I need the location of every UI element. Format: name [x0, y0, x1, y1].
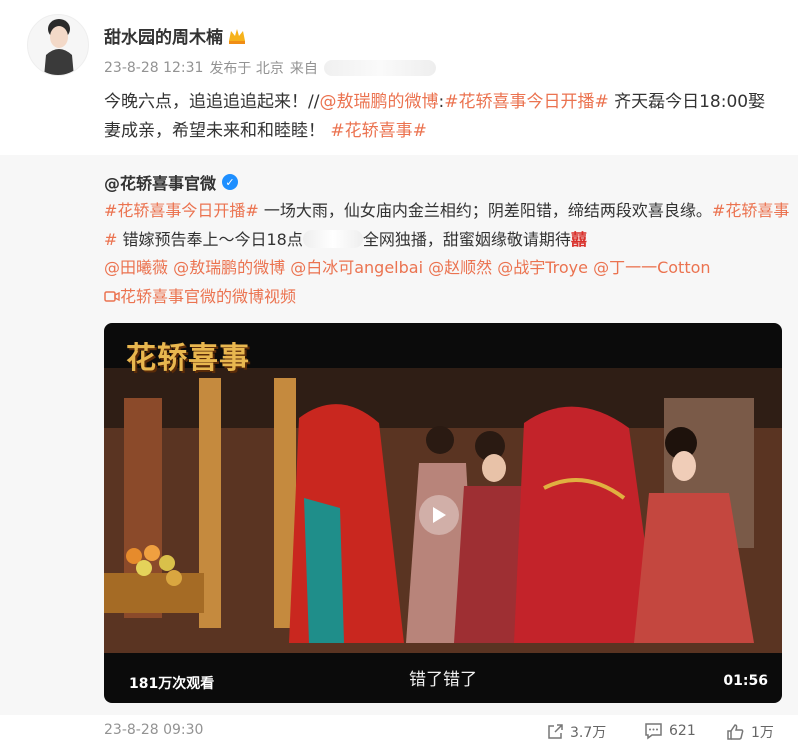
- post-text: 今晚六点，追追追追起来！//@敖瑞鹏的微博:#花轿喜事今日开播# 齐天磊今日18…: [104, 92, 766, 141]
- mention-link[interactable]: @白冰可angelbai: [290, 258, 423, 277]
- quote-username[interactable]: @花轿喜事官微 ✓: [104, 170, 239, 194]
- hashtag-link[interactable]: #花轿喜事#: [330, 121, 427, 141]
- thumbs-up-icon: [727, 724, 744, 740]
- vip-crown-icon: [227, 27, 247, 50]
- avatar[interactable]: [27, 14, 89, 76]
- mention-link[interactable]: @敖瑞鹏的微博: [173, 258, 285, 277]
- video-title-art: 花轿喜事: [126, 341, 250, 376]
- post-source-label: 来自: [289, 61, 318, 77]
- hashtag-link[interactable]: #花轿喜事今日开播#: [104, 201, 259, 220]
- video-duration: 01:56: [723, 673, 768, 689]
- comment-button[interactable]: 621: [644, 722, 696, 740]
- share-button[interactable]: 3.7万: [546, 722, 606, 742]
- verified-icon: ✓: [222, 174, 239, 190]
- video-camera-icon: [104, 290, 120, 302]
- view-count: 181万次观看: [129, 676, 215, 692]
- mention-link[interactable]: @赵顺然: [428, 258, 492, 277]
- hashtag-link[interactable]: #花轿喜事今日开播#: [444, 92, 609, 112]
- quote-time[interactable]: 23-8-28 09:30: [104, 722, 203, 738]
- share-icon: [548, 724, 563, 739]
- post-location: 发布于 北京: [209, 61, 284, 77]
- play-icon: [433, 507, 446, 523]
- blurred-text: [302, 229, 363, 248]
- video-link[interactable]: 花轿喜事官微的微博视频: [104, 287, 296, 306]
- double-happiness-emoji: 囍: [570, 229, 587, 249]
- mention-link[interactable]: @丁一一Cotton: [593, 258, 710, 277]
- video-player[interactable]: 花轿喜事 错了错了 181万次观看 01:56: [104, 323, 782, 703]
- blurred-source: [323, 60, 436, 76]
- play-button[interactable]: [419, 495, 459, 535]
- post-meta: 23-8-28 12:31 发布于 北京 来自: [104, 58, 436, 78]
- like-button[interactable]: 1万: [726, 722, 774, 742]
- mention-link[interactable]: @战宇Troye: [497, 258, 588, 277]
- mention-link[interactable]: @田曦薇: [104, 258, 168, 277]
- mention-link[interactable]: @敖瑞鹏的微博: [319, 92, 438, 112]
- comment-icon: [645, 723, 662, 740]
- post-time[interactable]: 23-8-28 12:31: [104, 60, 203, 76]
- quote-text: #花轿喜事今日开播# 一场大雨，仙女庙内金兰相约；阴差阳错，缔结两段欢喜良缘。#…: [104, 201, 790, 306]
- post-username[interactable]: 甜水园的周木楠: [104, 23, 247, 50]
